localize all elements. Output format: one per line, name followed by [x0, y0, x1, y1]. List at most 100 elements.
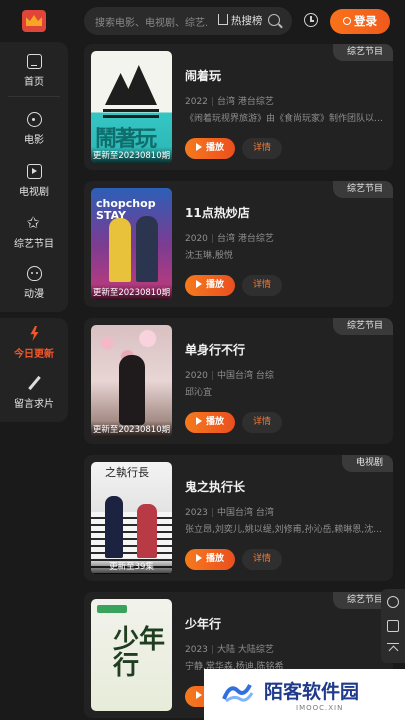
year: 2020	[185, 234, 208, 244]
card-title[interactable]: 11点热炒店	[185, 204, 250, 221]
sidebar-item-anime[interactable]: 动漫	[0, 266, 68, 300]
card-title[interactable]: 闹着玩	[185, 67, 221, 84]
home-icon	[26, 54, 42, 69]
category-tag: 电视剧	[341, 455, 393, 472]
sidebar-item-home[interactable]: 首页	[0, 54, 68, 88]
play-icon	[195, 691, 202, 699]
sidebar-item-label: 动漫	[24, 289, 44, 300]
channel-badge	[97, 605, 127, 613]
divider	[8, 96, 60, 97]
play-button[interactable]: 播放	[185, 549, 235, 570]
card-description: 张立昂,刘奕儿,姚以缇,刘修甫,孙沁岳,赖琳恩,沈孟…	[185, 525, 385, 535]
card-description: 沈玉琳,殷悦	[185, 251, 233, 261]
detail-button[interactable]: 详情	[242, 275, 282, 296]
login-label: 登录	[354, 14, 377, 28]
crown-icon	[26, 15, 42, 26]
play-button[interactable]: 播放	[185, 275, 235, 296]
sidebar-item-label: 电视剧	[19, 187, 49, 198]
card-meta: 2022 | 台湾 港台综艺	[185, 97, 274, 107]
play-icon	[195, 417, 202, 425]
poster-image[interactable]: chopchop STAY 更新至20230810期	[91, 188, 172, 300]
search-input[interactable]: 搜索电影、电视剧、综艺...	[95, 14, 207, 29]
poster-lettering: 少年行	[113, 625, 166, 681]
card-title[interactable]: 少年行	[185, 615, 221, 632]
person-figure	[119, 355, 145, 425]
update-badge: 更新至39集	[91, 558, 172, 574]
list-item[interactable]: 更新至20230810期 综艺节目 单身行不行 2020 | 中国台湾 台综 邱沁宜…	[84, 318, 393, 444]
hot-list-label: 热搜榜	[231, 15, 263, 27]
poster-image[interactable]: 之執行長 更新至39集	[91, 462, 172, 574]
chat-icon[interactable]	[387, 620, 399, 632]
app-logo[interactable]	[22, 10, 46, 32]
search-icon[interactable]	[268, 14, 280, 26]
region: 中国台湾 台湾	[216, 508, 274, 518]
region: 大陆 大陆综艺	[216, 645, 274, 655]
watermark-name: 陌客软件园	[264, 681, 360, 703]
person-figure	[136, 216, 158, 282]
region: 台湾 港台综艺	[216, 97, 274, 107]
list-item[interactable]: 之執行長 更新至39集 电视剧 鬼之执行长 2023 | 中国台湾 台湾 张立昂,刘…	[84, 455, 393, 581]
poster-image[interactable]: 更新至20230810期	[91, 325, 172, 437]
detail-button[interactable]: 详情	[242, 549, 282, 570]
movie-icon	[26, 112, 42, 127]
sidebar-item-variety[interactable]: 综艺节目	[0, 213, 68, 250]
poster-image[interactable]: 少年行	[91, 599, 172, 711]
card-description: 邱沁宜	[185, 388, 213, 398]
detail-button[interactable]: 详情	[242, 412, 282, 433]
sidebar-item-label: 电影	[24, 135, 44, 146]
floating-toolbar	[381, 589, 405, 663]
person-figure	[137, 504, 157, 558]
category-tag: 综艺节目	[332, 44, 393, 61]
play-icon	[195, 143, 202, 151]
play-label: 播放	[205, 280, 224, 290]
year: 2023	[185, 508, 208, 518]
sidebar-item-tv[interactable]: 电视剧	[0, 164, 68, 198]
user-icon	[343, 17, 351, 25]
sidebar-item-label: 今日更新	[14, 349, 54, 360]
play-button[interactable]: 播放	[185, 412, 235, 433]
back-to-top-icon[interactable]	[387, 643, 399, 655]
pen-icon	[27, 376, 42, 391]
play-label: 播放	[205, 554, 224, 564]
card-meta: 2023 | 大陆 大陆综艺	[185, 645, 274, 655]
history-clock-icon[interactable]	[304, 13, 318, 27]
sidebar-item-request[interactable]: 留言求片	[0, 376, 68, 410]
sidebar-item-today-update[interactable]: 今日更新	[0, 326, 68, 360]
play-icon	[195, 280, 202, 288]
year: 2020	[185, 371, 208, 381]
wave-illustration	[103, 109, 159, 112]
category-tag: 综艺节目	[332, 181, 393, 198]
login-button[interactable]: 登录	[330, 9, 390, 34]
sidebar-extra: 今日更新 留言求片	[0, 318, 68, 422]
person-figure	[109, 218, 131, 282]
play-label: 播放	[205, 143, 224, 153]
list-item[interactable]: 鬧著玩 更新至20230810期 综艺节目 闹着玩 2022 | 台湾 港台综艺 《…	[84, 44, 393, 170]
card-meta: 2023 | 中国台湾 台湾	[185, 508, 274, 518]
person-figure	[105, 496, 123, 558]
watermark-domain: IMOOC.XIN	[296, 704, 344, 712]
lightning-icon	[27, 326, 42, 341]
watermark: 陌客软件园 IMOOC.XIN	[204, 669, 405, 720]
sun-icon[interactable]	[387, 596, 399, 608]
update-badge: 更新至20230810期	[91, 147, 172, 163]
card-title[interactable]: 单身行不行	[185, 341, 245, 358]
update-badge: 更新至20230810期	[91, 421, 172, 437]
search-box[interactable]: 搜索电影、电视剧、综艺... 热搜榜	[84, 7, 292, 35]
region: 台湾 港台综艺	[216, 234, 274, 244]
update-badge: 更新至20230810期	[91, 284, 172, 300]
list-item[interactable]: chopchop STAY 更新至20230810期 综艺节目 11点热炒店 2…	[84, 181, 393, 307]
play-icon	[195, 554, 202, 562]
mountain-illustration	[105, 65, 157, 105]
play-button[interactable]: 播放	[185, 138, 235, 159]
top-bar: 搜索电影、电视剧、综艺... 热搜榜 登录	[0, 0, 405, 42]
card-title[interactable]: 鬼之执行长	[185, 478, 245, 495]
card-meta: 2020 | 台湾 港台综艺	[185, 234, 274, 244]
sidebar-nav: 首页 电影 电视剧 综艺节目 动漫	[0, 42, 68, 312]
card-description: 《闹着玩视界旅游》由《食尚玩家》制作团队以及…	[185, 114, 385, 124]
sidebar-item-label: 综艺节目	[14, 239, 54, 250]
hot-list-button[interactable]: 热搜榜	[218, 13, 263, 28]
chart-icon	[218, 14, 228, 25]
poster-image[interactable]: 鬧著玩 更新至20230810期	[91, 51, 172, 163]
sidebar-item-movie[interactable]: 电影	[0, 112, 68, 146]
detail-button[interactable]: 详情	[242, 138, 282, 159]
